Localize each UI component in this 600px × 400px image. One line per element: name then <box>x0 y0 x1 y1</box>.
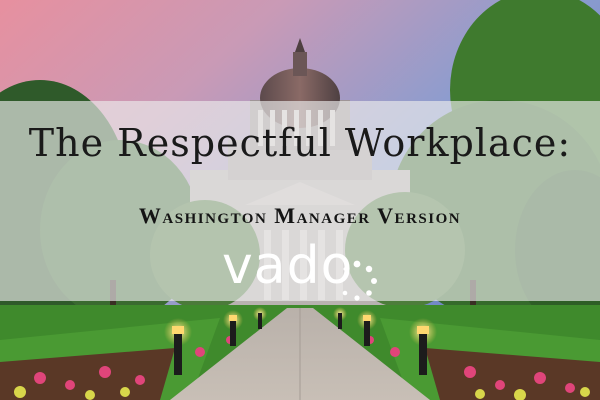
dotted-o-icon <box>338 260 377 301</box>
vado-logo: vado <box>222 240 382 302</box>
course-subtitle: Washington Manager Version <box>138 203 462 228</box>
course-title: The Respectful Workplace: <box>28 121 572 165</box>
course-title-slide: The Respectful Workplace: Washington Man… <box>0 0 600 400</box>
logo-wordmark: vado <box>222 236 354 296</box>
